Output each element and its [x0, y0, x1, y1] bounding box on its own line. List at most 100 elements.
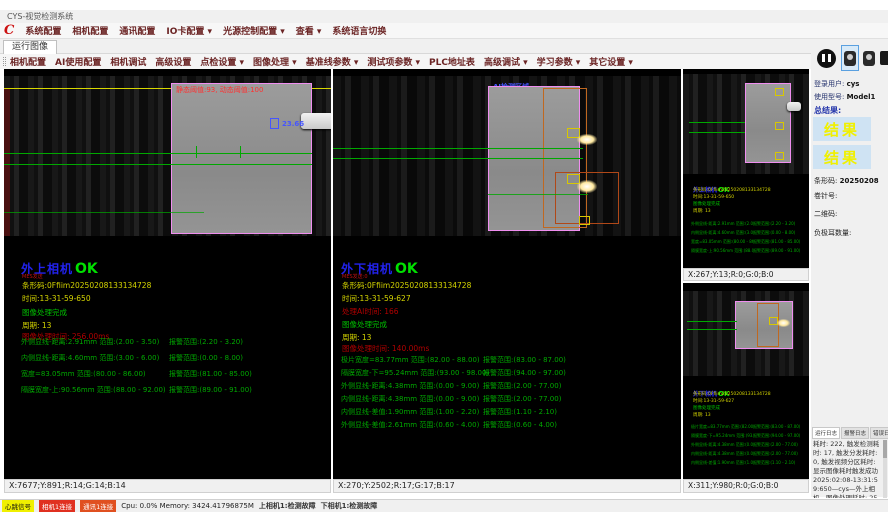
sidebar: 登录用户: cys 使用型号: Model1 总结果: 结果 结果 条形码: 2… [811, 39, 888, 497]
status-ok: OK [75, 261, 98, 277]
tag-box [775, 152, 784, 160]
tag-box [579, 216, 590, 225]
pause-button[interactable] [813, 45, 839, 71]
alarm-range: 报警范围:(81.00 - 85.00) [169, 369, 252, 379]
process-time-line: 图像处理时间: 140.00ms [342, 343, 429, 354]
lock-icon [863, 51, 875, 66]
tool-test-params[interactable]: 测试项参数 ▾ [367, 55, 420, 68]
log-scrollbar[interactable] [883, 440, 887, 498]
heartbeat-badge: 心跳信号 [2, 500, 34, 512]
log-tab-alarm[interactable]: 报警日志 [841, 427, 869, 439]
tag-box [775, 88, 784, 96]
measure-tick [240, 146, 241, 158]
menu-item-camera-config[interactable]: 相机配置 [72, 24, 108, 37]
mes-status: MES发送:0 [342, 273, 368, 280]
measurement-text: 宽度=83.05mm 范围:(80.00 - 86.00) [691, 239, 753, 245]
menu-item-view[interactable]: 查看 ▾ [296, 24, 322, 37]
alarm-range: 报警范围:(2.00 - 77.00) [753, 451, 798, 457]
measurement-text: 外侧显线-差值:2.61mm 范围:(0.60 - 4.00) [341, 420, 483, 430]
thumbnail-view-lower[interactable]: 外下相机OK 条形码:0Ffiim20250208133134728 时间:13… [683, 283, 809, 479]
result-placeholder: 结果 [824, 147, 860, 168]
barcode-line: 条形码:0Ffiim20250208133134728 [22, 280, 151, 291]
login-user-button[interactable] [841, 45, 859, 71]
measurement-text: 极片宽度=83.77mm 范围:(82.00 - 88.00) [691, 424, 753, 430]
time-line: 时间:13-31-59-650 [22, 293, 91, 304]
tag-box [775, 122, 784, 130]
time-line: 时间:13-31-59-627 [693, 398, 734, 404]
thumbnail-image-upper[interactable] [683, 74, 809, 174]
alarm-range: 报警范围:(0.60 - 4.00) [483, 420, 557, 430]
tool-learning-params[interactable]: 学习参数 ▾ [537, 55, 581, 68]
window-title: CYS-视觉检测系统 [7, 12, 73, 21]
thumbnail-image-lower[interactable] [683, 291, 809, 376]
alarm-range: 报警范围:(1.10 - 2.10) [753, 460, 795, 466]
exit-door-icon [880, 51, 888, 65]
cycle-line: 周期: 13 [693, 412, 711, 418]
exit-button[interactable] [878, 45, 888, 71]
time-line: 时间:13-31-59-650 [693, 194, 734, 200]
menu-item-comm-config[interactable]: 通讯配置 [119, 24, 155, 37]
total-result-label: 总结果: [814, 105, 841, 116]
model-label: 使用型号: [814, 93, 844, 101]
measurement-text: 外侧显线-距离:4.38mm 范围:(0.00 - 9.00) [691, 442, 753, 448]
measurement-text: 外侧显线-距离:2.91mm 范围:(2.00 - 3.50) [691, 221, 753, 227]
alarm-range: 报警范围:(94.00 - 97.00) [483, 368, 566, 378]
menu-item-system-config[interactable]: 系统配置 [25, 24, 61, 37]
gripper-clip [301, 113, 331, 129]
menu-item-io-config[interactable]: IO卡配置 ▾ [166, 24, 212, 37]
upper-camera-status[interactable]: 上相机1:检测故障 [259, 501, 316, 511]
lock-button[interactable] [861, 45, 877, 71]
alarm-range: 报警范围:(94.00 - 97.00) [753, 433, 800, 439]
product-region [745, 83, 791, 163]
comm-link-badge: 通讯1连接 [80, 500, 116, 512]
login-user-label: 登录用户: [814, 80, 844, 88]
cycle-line: 周期: 13 [693, 208, 711, 214]
reflection-highlight [577, 134, 597, 145]
tool-camera-config[interactable]: 相机配置 [10, 55, 46, 68]
tool-image-processing[interactable]: 图像处理 ▾ [253, 55, 297, 68]
tab-count-label: 负极耳数量: [814, 228, 851, 238]
lower-camera-status[interactable]: 下相机1:检测故障 [321, 501, 378, 511]
measure-line [488, 194, 588, 195]
pin-label: 卷针号: [814, 191, 837, 201]
toolbar-grip-icon [3, 57, 6, 66]
tool-advanced-settings[interactable]: 高级设置 [155, 55, 191, 68]
tool-camera-debug[interactable]: 相机调试 [110, 55, 146, 68]
thumbnail-view-upper[interactable]: 外上相机OK 条形码:0Ffiim20250208133134728 时间:13… [683, 69, 809, 268]
mes-status: MES发送 [22, 273, 43, 280]
measure-line [4, 153, 312, 154]
tool-other-settings[interactable]: 其它设置 ▾ [589, 55, 633, 68]
process-done-line: 图像处理完成 [342, 319, 387, 330]
alarm-range: 报警范围:(83.00 - 87.00) [753, 424, 800, 430]
tool-plc-address[interactable]: PLC地址表 [429, 55, 475, 68]
camera-view-lower[interactable]: AI检测区域 外下相机OK MES发送:0 条形码:0Ffiim20250208… [333, 69, 681, 479]
camera-view-upper[interactable]: 静态阈值:93, 动态阈值:100 23.66 外上相机OK MES发送 条形码… [4, 69, 331, 479]
tool-ai-usage[interactable]: AI使用配置 [55, 55, 101, 68]
toolbar: 相机配置 AI使用配置 相机调试 高级设置 点检设置 ▾ 图像处理 ▾ 基准线参… [0, 54, 888, 69]
cycle-line: 周期: 13 [342, 332, 371, 343]
log-tab-run[interactable]: 运行日志 [812, 427, 840, 439]
alarm-range: 报警范围:(2.20 - 3.20) [169, 337, 243, 347]
result-box-upper: 结果 [813, 117, 871, 141]
process-done-line: 图像处理完成 [22, 307, 67, 318]
status-ok: OK [395, 261, 418, 277]
tool-baseline-params[interactable]: 基准线参数 ▾ [306, 55, 359, 68]
barcode-line: 条形码:0Ffiim20250208133134728 [342, 280, 471, 291]
menu-item-light-config[interactable]: 光源控制配置 ▾ [223, 24, 285, 37]
log-tab-error[interactable]: 错误日志 [870, 427, 888, 439]
pixel-coords-thumb-lower: X:311;Y:980;R:0;G:0;B:0 [683, 479, 809, 493]
tool-spot-check[interactable]: 点检设置 ▾ [200, 55, 244, 68]
app-window: CYS-视觉检测系统 C 系统配置 相机配置 通讯配置 IO卡配置 ▾ 光源控制… [0, 0, 888, 522]
measurement-text: 隔膜宽度-上:90.56mm 范围:(88.00 - 92.00) [21, 385, 169, 395]
value-overlay: 23.66 [282, 120, 304, 128]
camera-image-lower[interactable]: AI检测区域 [333, 76, 681, 236]
menu-item-language[interactable]: 系统语言切换 [332, 24, 386, 37]
model-value: Model1 [847, 93, 876, 101]
measurement-text: 内侧显线-距离:4.38mm 范围:(0.00 - 9.00) [341, 394, 483, 404]
tool-advanced-debug[interactable]: 高级调试 ▾ [484, 55, 528, 68]
measurement-text: 内侧显线-距离:4.38mm 范围:(0.00 - 9.00) [691, 451, 753, 457]
measure-tick [196, 146, 197, 158]
tab-run-image[interactable]: 运行图像 [3, 40, 57, 54]
app-logo-icon: C [4, 24, 14, 38]
camera-image-upper[interactable]: 静态阈值:93, 动态阈值:100 23.66 [4, 76, 331, 236]
